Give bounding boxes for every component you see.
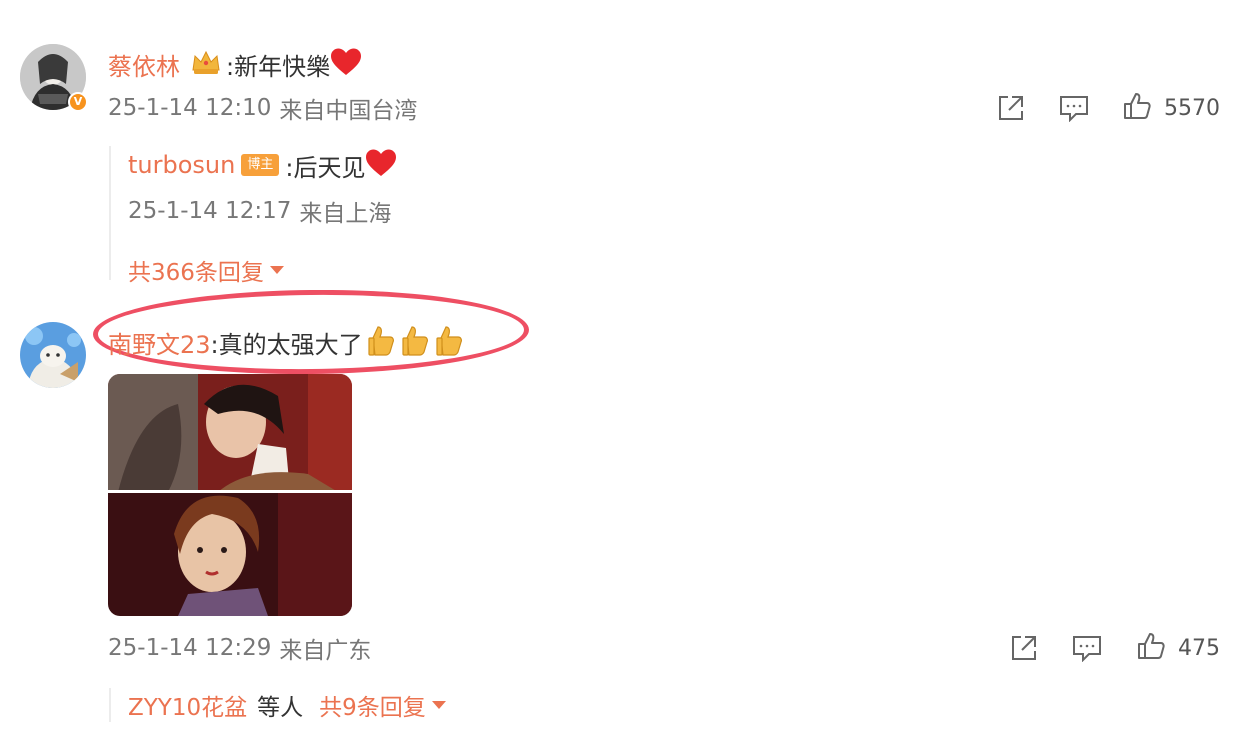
like-icon[interactable]	[1136, 631, 1166, 665]
comment-time: 25-1-14 12:29	[108, 635, 272, 661]
comment-icon[interactable]	[1072, 634, 1102, 666]
comment-username[interactable]: 南野文23	[108, 325, 211, 360]
more-replies-label: 共9条回复	[319, 695, 426, 721]
heart-icon	[330, 48, 362, 80]
crown-icon	[190, 48, 222, 80]
thread-divider	[109, 146, 111, 280]
like-count: 5570	[1164, 95, 1220, 121]
thumbs-up-emoji	[401, 324, 431, 360]
share-icon[interactable]	[1009, 633, 1039, 667]
verified-badge-icon: V	[68, 92, 88, 112]
thread-divider	[109, 688, 111, 722]
comment-icon[interactable]	[1059, 94, 1089, 126]
reply-text: :后天见	[285, 153, 366, 182]
reply-time: 25-1-14 12:17	[128, 198, 292, 224]
reply-username[interactable]: turbosun	[128, 151, 235, 179]
chevron-down-icon	[431, 701, 446, 709]
comment-text: :新年快樂	[226, 52, 331, 81]
comment-location: 来自中国台湾	[279, 98, 418, 124]
like-icon[interactable]	[1122, 91, 1152, 125]
more-replies-link[interactable]: 共366条回复	[128, 254, 284, 286]
heart-icon	[365, 149, 397, 181]
reply-users[interactable]: ZYY10花盆	[128, 688, 247, 722]
reply-users-suffix: 等人	[257, 695, 304, 721]
share-icon[interactable]	[996, 93, 1026, 127]
blogger-badge: 博主	[241, 154, 280, 176]
more-replies-link[interactable]: ZYY10花盆 等人 共9条回复	[128, 689, 446, 721]
avatar-icon	[20, 322, 86, 388]
comment-image[interactable]	[108, 374, 352, 616]
like-count: 475	[1178, 635, 1220, 661]
chevron-down-icon	[269, 266, 284, 274]
more-replies-label: 共366条回复	[128, 260, 264, 286]
avatar[interactable]	[20, 322, 86, 388]
comment-text: :真的太强大了	[210, 330, 363, 359]
thumbs-up-emoji	[367, 324, 397, 360]
comment-username[interactable]: 蔡依林	[108, 47, 180, 82]
reply-location: 来自上海	[299, 201, 392, 227]
comment-time: 25-1-14 12:10	[108, 95, 272, 121]
thumbs-up-emoji	[435, 324, 465, 360]
comment-location: 来自广东	[279, 638, 372, 664]
